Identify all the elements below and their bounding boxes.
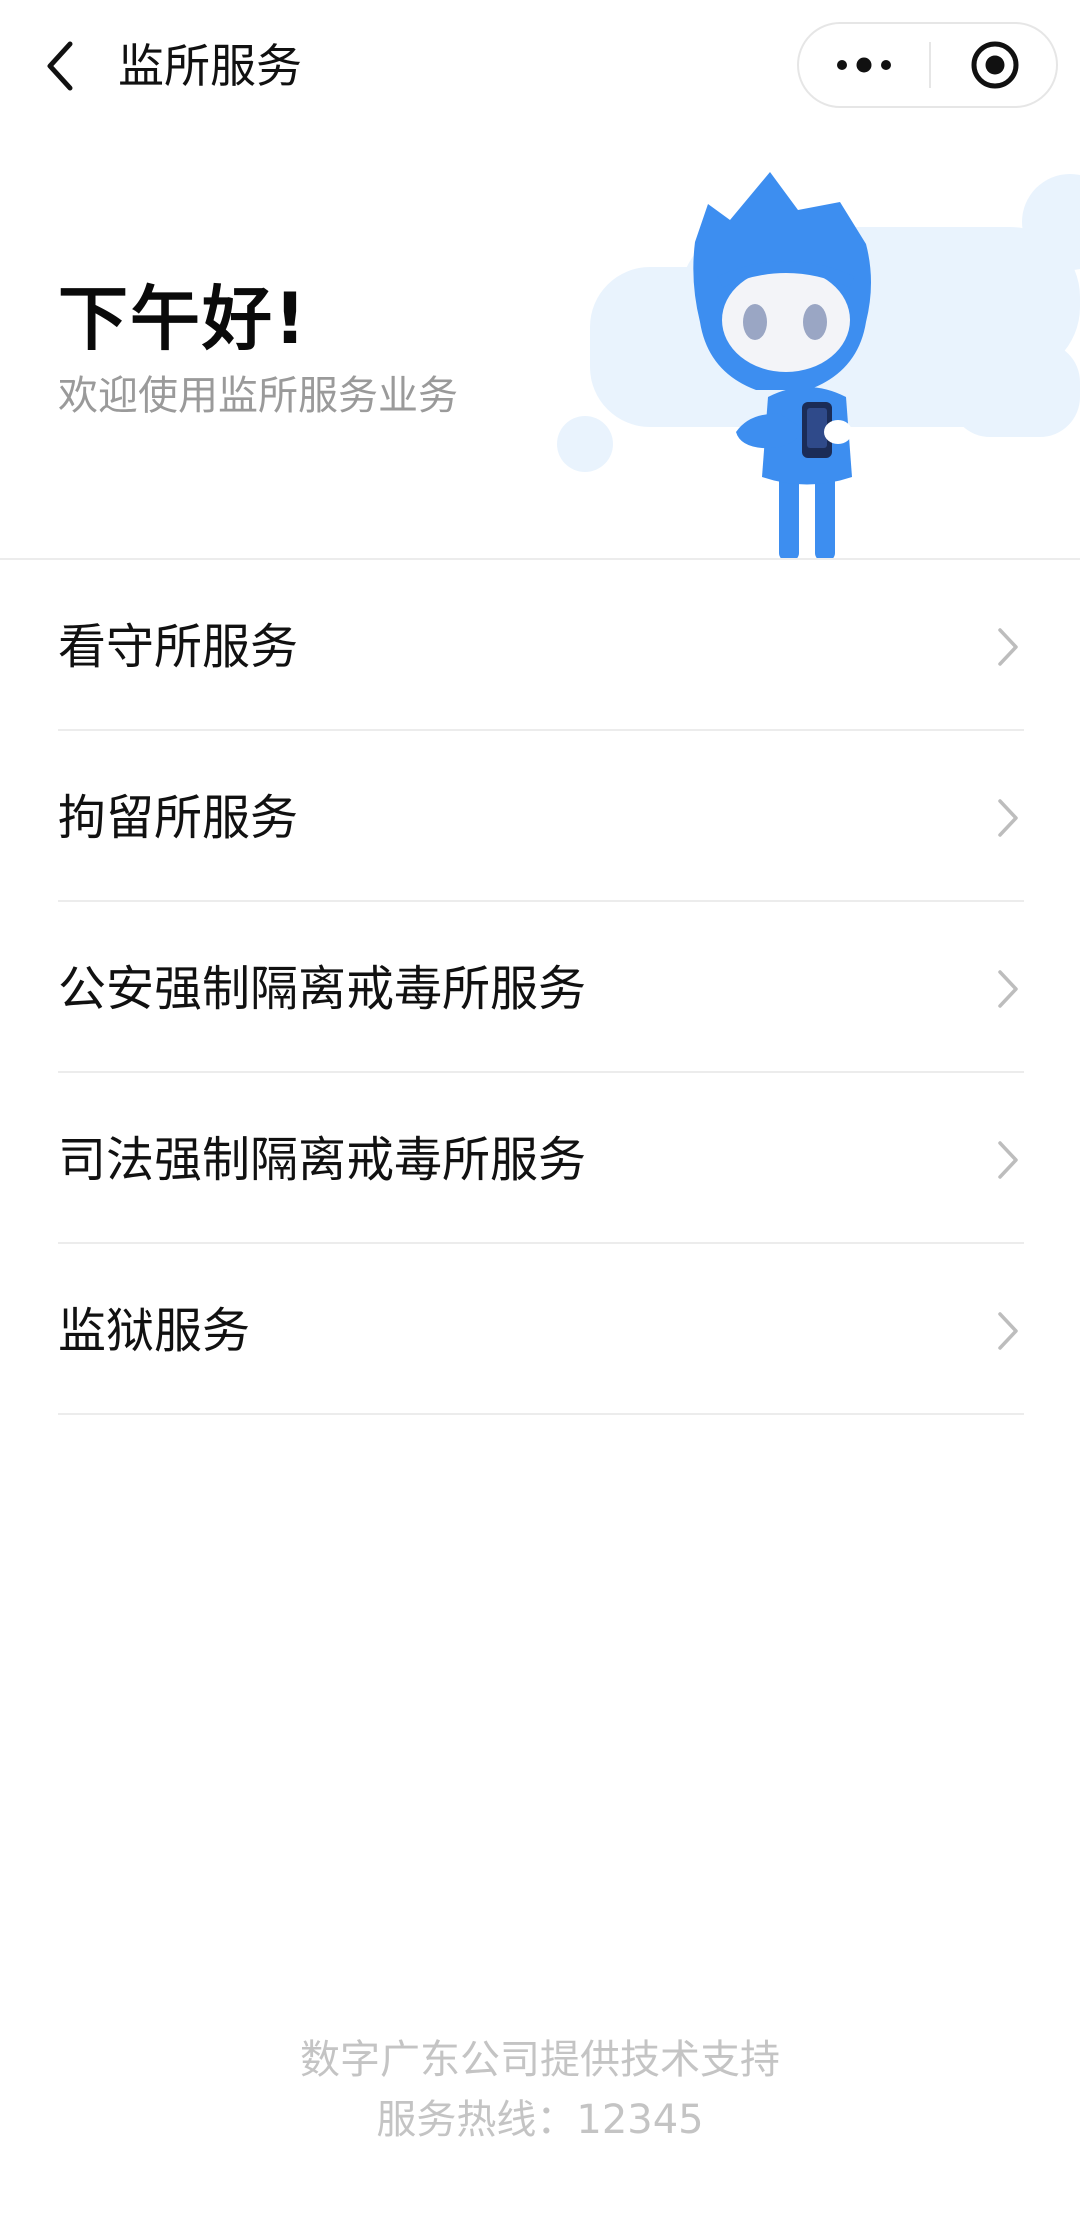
list-divider (58, 1413, 1024, 1415)
mascot-illustration (557, 172, 1080, 560)
chevron-left-icon (47, 41, 73, 91)
back-button[interactable] (34, 30, 86, 102)
service-label: 拘留所服务 (58, 790, 299, 846)
footer: 数字广东公司提供技术支持 服务热线：12345 (0, 2030, 1080, 2150)
more-button[interactable] (799, 24, 929, 106)
service-item-custody-center[interactable]: 拘留所服务 (0, 731, 1080, 902)
close-miniprogram-button[interactable] (931, 24, 1058, 106)
welcome-subtitle: 欢迎使用监所服务业务 (58, 373, 458, 419)
service-item-judicial-rehab-center[interactable]: 司法强制隔离戒毒所服务 (0, 1073, 1080, 1244)
greeting-heading: 下午好! (58, 278, 308, 360)
service-label: 监狱服务 (58, 1303, 251, 1359)
tech-support-text: 数字广东公司提供技术支持 (300, 2037, 780, 2083)
navigation-bar: 监所服务 (0, 0, 1080, 132)
target-circle-icon (971, 41, 1018, 89)
service-item-prison[interactable]: 监狱服务 (0, 1244, 1080, 1415)
service-list: 看守所服务 拘留所服务 公安强制隔离戒毒所服务 司法强制隔离戒毒所服务 监狱服务 (0, 560, 1080, 1415)
miniprogram-capsule (797, 22, 1058, 108)
hotline-text: 服务热线：12345 (376, 2097, 704, 2143)
chevron-right-icon (998, 970, 1018, 1008)
welcome-banner: 下午好! 欢迎使用监所服务业务 (0, 132, 1080, 560)
chevron-right-icon (998, 799, 1018, 837)
service-label: 公安强制隔离戒毒所服务 (58, 961, 587, 1017)
service-item-police-rehab-center[interactable]: 公安强制隔离戒毒所服务 (0, 902, 1080, 1073)
page-title: 监所服务 (118, 39, 302, 93)
chevron-right-icon (998, 1141, 1018, 1179)
service-label: 看守所服务 (58, 619, 299, 675)
more-dots-icon (837, 57, 891, 73)
chevron-right-icon (998, 628, 1018, 666)
service-label: 司法强制隔离戒毒所服务 (58, 1132, 587, 1188)
mascot-character (693, 172, 871, 560)
service-item-detention-center[interactable]: 看守所服务 (0, 560, 1080, 731)
chevron-right-icon (998, 1312, 1018, 1350)
